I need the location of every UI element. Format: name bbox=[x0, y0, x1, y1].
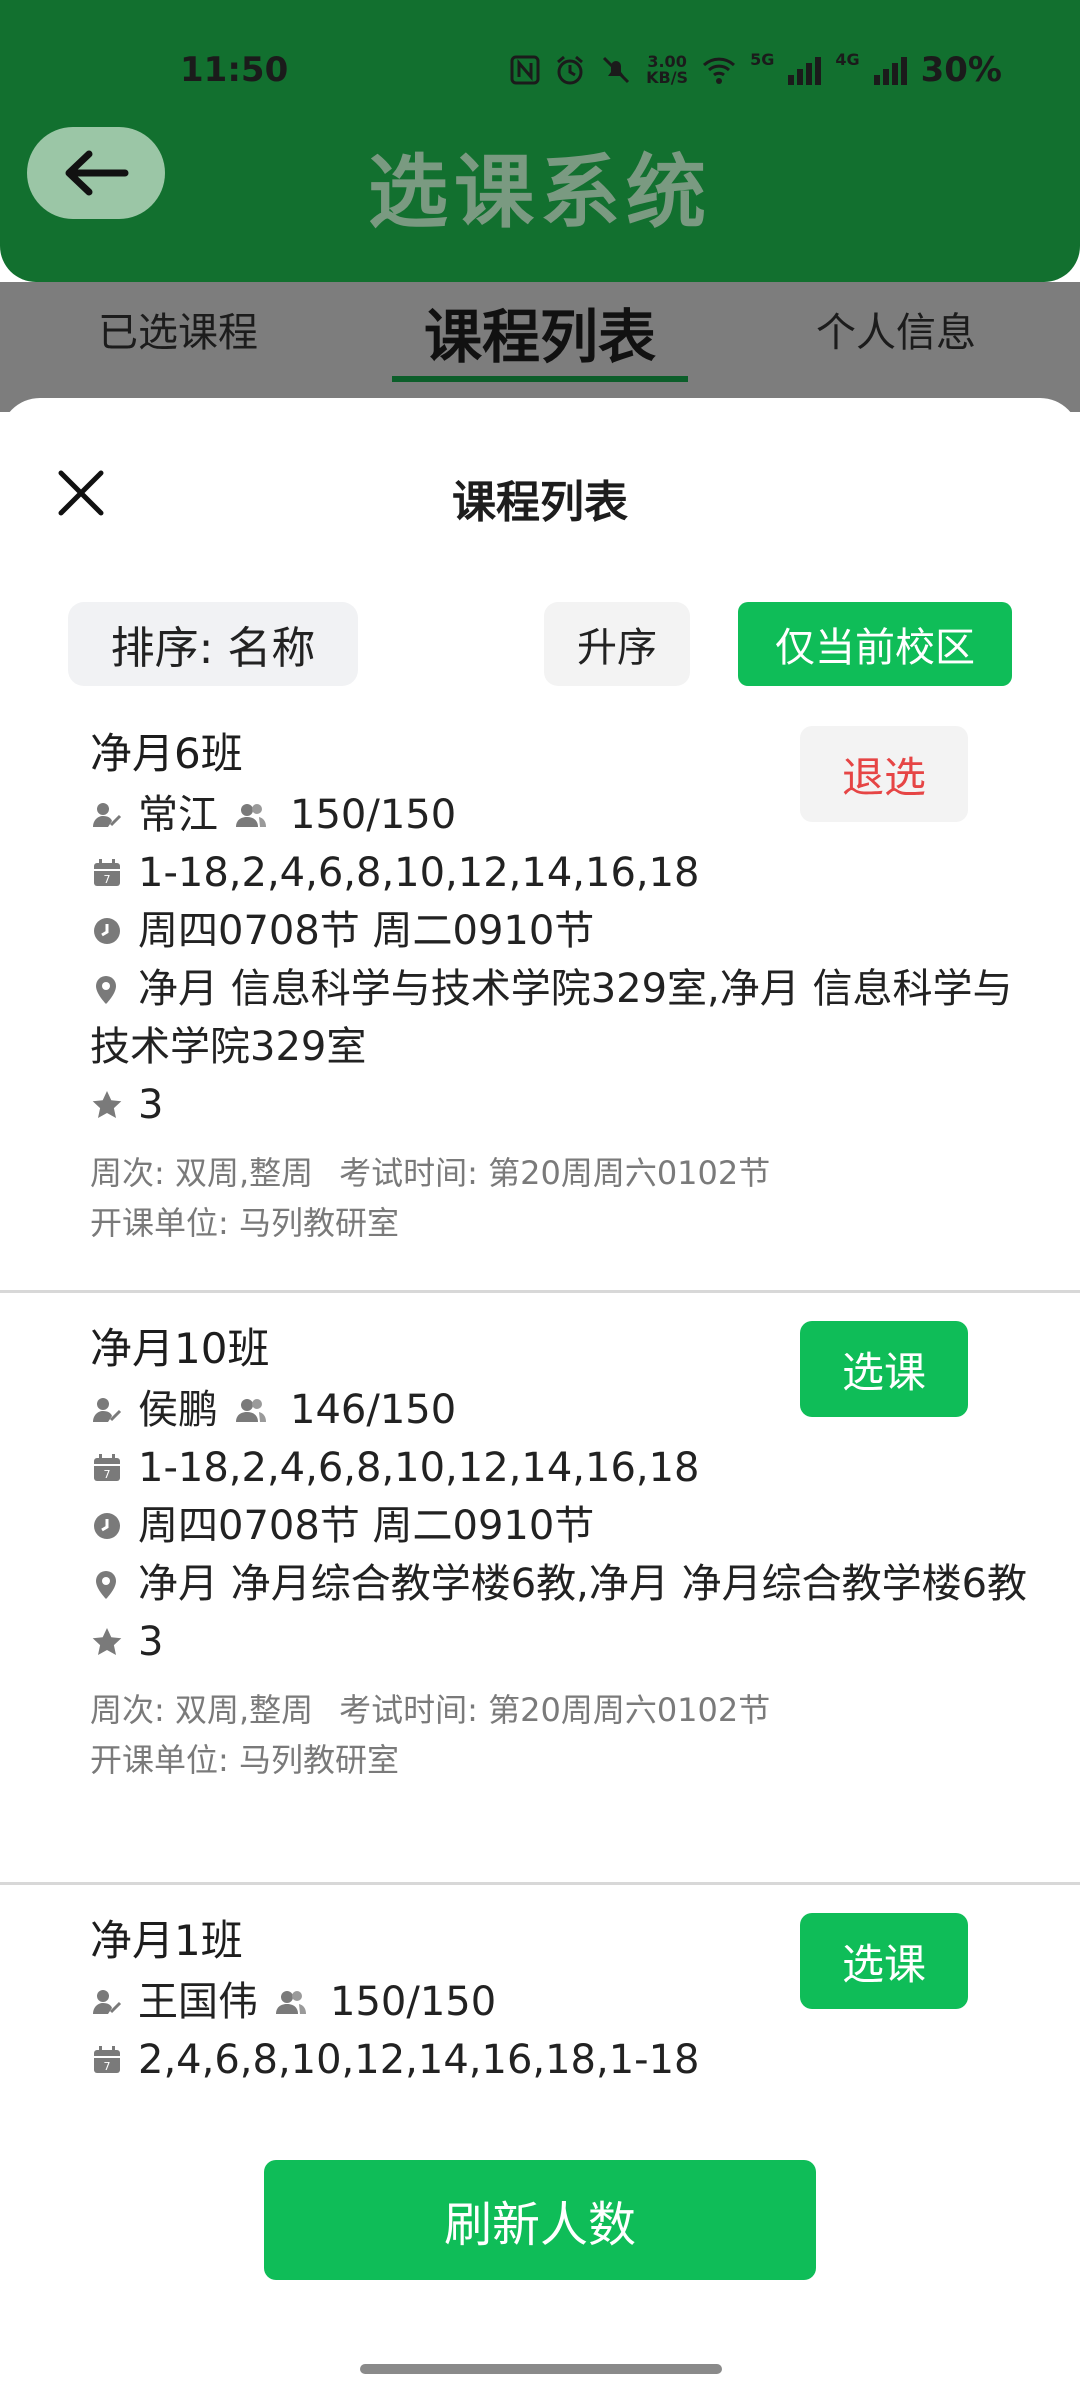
net-speed: 3.00 KB/S bbox=[646, 54, 688, 86]
course-weeks-row: 7 2,4,6,8,10,12,14,16,18,1-18 bbox=[90, 2031, 1034, 2089]
teacher-name: 王国伟 bbox=[138, 1979, 258, 2025]
enrollment-count: 150/150 bbox=[330, 1979, 497, 2025]
alarm-icon bbox=[554, 54, 586, 86]
clock-icon bbox=[90, 1497, 124, 1555]
enrollment-count: 146/150 bbox=[290, 1387, 457, 1433]
course-credits: 3 bbox=[138, 1082, 164, 1128]
status-time: 11:50 bbox=[180, 50, 289, 90]
star-icon bbox=[90, 1613, 124, 1671]
course-time-row: 周四0708节 周二0910节 bbox=[90, 1497, 1034, 1555]
home-indicator[interactable] bbox=[360, 2364, 722, 2374]
mute-icon bbox=[600, 54, 632, 86]
calendar-icon: 7 bbox=[90, 2031, 124, 2089]
calendar-icon: 7 bbox=[90, 844, 124, 902]
tab-indicator bbox=[392, 376, 688, 382]
refresh-count-button[interactable]: 刷新人数 bbox=[264, 2160, 816, 2280]
campus-filter-button[interactable]: 仅当前校区 bbox=[738, 602, 1012, 686]
course-weeks: 1-18,2,4,6,8,10,12,14,16,18 bbox=[138, 850, 700, 896]
course-item: 净月1班 选课 王国伟 150/150 7 2,4,6,8,10,12,14,1… bbox=[0, 1882, 1080, 2089]
course-time: 周四0708节 周二0910节 bbox=[138, 908, 595, 954]
students-icon bbox=[234, 786, 268, 844]
exam-time: 考试时间: 第20周周六0102节 bbox=[339, 1154, 771, 1192]
course-weeks-row: 7 1-18,2,4,6,8,10,12,14,16,18 bbox=[90, 844, 1034, 902]
teacher-icon bbox=[90, 786, 124, 844]
course-credits-row: 3 bbox=[90, 1613, 1034, 1671]
calendar-icon: 7 bbox=[90, 1439, 124, 1497]
sort-button[interactable]: 排序: 名称 bbox=[68, 602, 358, 686]
week-type: 周次: 双周,整周 bbox=[90, 1154, 314, 1192]
location-pin-icon bbox=[90, 964, 124, 1004]
cellular-5g-label: 5G bbox=[750, 50, 775, 69]
status-icons: 3.00 KB/S 5G 4G 30% bbox=[510, 50, 1002, 90]
status-bar: 11:50 3.00 KB/S 5G 4G 30% bbox=[0, 40, 1080, 104]
course-credits-row: 3 bbox=[90, 1076, 1034, 1134]
course-location-row: 净月 信息科学与技术学院329室,净月 信息科学与技术学院329室 bbox=[90, 960, 1034, 1076]
cellular-4g-label: 4G bbox=[835, 50, 860, 69]
course-meta-row: 周次: 双周,整周 考试时间: 第20周周六0102节 bbox=[90, 1148, 1034, 1198]
app-title: 选课系统 bbox=[368, 146, 712, 239]
teacher-name: 常江 bbox=[138, 792, 218, 838]
select-course-button[interactable]: 选课 bbox=[800, 1913, 968, 2009]
select-course-button[interactable]: 选课 bbox=[800, 1321, 968, 1417]
enrollment-count: 150/150 bbox=[290, 792, 457, 838]
nfc-icon bbox=[510, 55, 540, 85]
course-weeks: 2,4,6,8,10,12,14,16,18,1-18 bbox=[138, 2037, 700, 2083]
course-weeks: 1-18,2,4,6,8,10,12,14,16,18 bbox=[138, 1445, 700, 1491]
teacher-name: 侯鹏 bbox=[138, 1387, 218, 1433]
teacher-icon bbox=[90, 1381, 124, 1439]
course-weeks-row: 7 1-18,2,4,6,8,10,12,14,16,18 bbox=[90, 1439, 1034, 1497]
course-list-sheet: 课程列表 排序: 名称 升序 仅当前校区 净月6班 退选 常江 150/150 … bbox=[0, 398, 1080, 2400]
course-item: 净月6班 退选 常江 150/150 7 1-18,2,4,6,8,10,12,… bbox=[0, 698, 1080, 1290]
course-meta-row: 周次: 双周,整周 考试时间: 第20周周六0102节 bbox=[90, 1685, 1034, 1735]
net-speed-unit: KB/S bbox=[646, 68, 689, 87]
course-time: 周四0708节 周二0910节 bbox=[138, 1503, 595, 1549]
location-pin-icon bbox=[90, 1559, 124, 1599]
wifi-icon bbox=[702, 55, 736, 85]
sheet-title: 课程列表 bbox=[452, 477, 628, 528]
course-department: 开课单位: 马列教研室 bbox=[90, 1204, 399, 1242]
battery-level: 30% bbox=[920, 50, 1002, 90]
students-icon bbox=[234, 1381, 268, 1439]
course-location: 净月 净月综合教学楼6教,净月 净月综合教学楼6教 bbox=[138, 1561, 1028, 1607]
cellular-4g-icon bbox=[873, 55, 907, 85]
cellular-5g-icon bbox=[788, 55, 822, 85]
course-department: 开课单位: 马列教研室 bbox=[90, 1741, 399, 1779]
svg-text:7: 7 bbox=[104, 2060, 111, 2073]
course-location-row: 净月 净月综合教学楼6教,净月 净月综合教学楼6教 bbox=[90, 1555, 1034, 1613]
course-time-row: 周四0708节 周二0910节 bbox=[90, 902, 1034, 960]
week-type: 周次: 双周,整周 bbox=[90, 1691, 314, 1729]
course-location: 净月 信息科学与技术学院329室,净月 信息科学与技术学院329室 bbox=[90, 966, 1013, 1070]
svg-text:7: 7 bbox=[104, 1468, 111, 1481]
course-item: 净月10班 选课 侯鹏 146/150 7 1-18,2,4,6,8,10,12… bbox=[0, 1290, 1080, 1882]
svg-text:7: 7 bbox=[104, 873, 111, 886]
order-toggle-button[interactable]: 升序 bbox=[544, 602, 690, 686]
clock-icon bbox=[90, 902, 124, 960]
tab-personal-info[interactable]: 个人信息 bbox=[816, 300, 976, 358]
drop-course-button[interactable]: 退选 bbox=[800, 726, 968, 822]
teacher-icon bbox=[90, 1973, 124, 2031]
course-credits: 3 bbox=[138, 1619, 164, 1665]
exam-time: 考试时间: 第20周周六0102节 bbox=[339, 1691, 771, 1729]
star-icon bbox=[90, 1076, 124, 1134]
course-list[interactable]: 净月6班 退选 常江 150/150 7 1-18,2,4,6,8,10,12,… bbox=[0, 698, 1080, 2098]
students-icon bbox=[274, 1973, 308, 2031]
